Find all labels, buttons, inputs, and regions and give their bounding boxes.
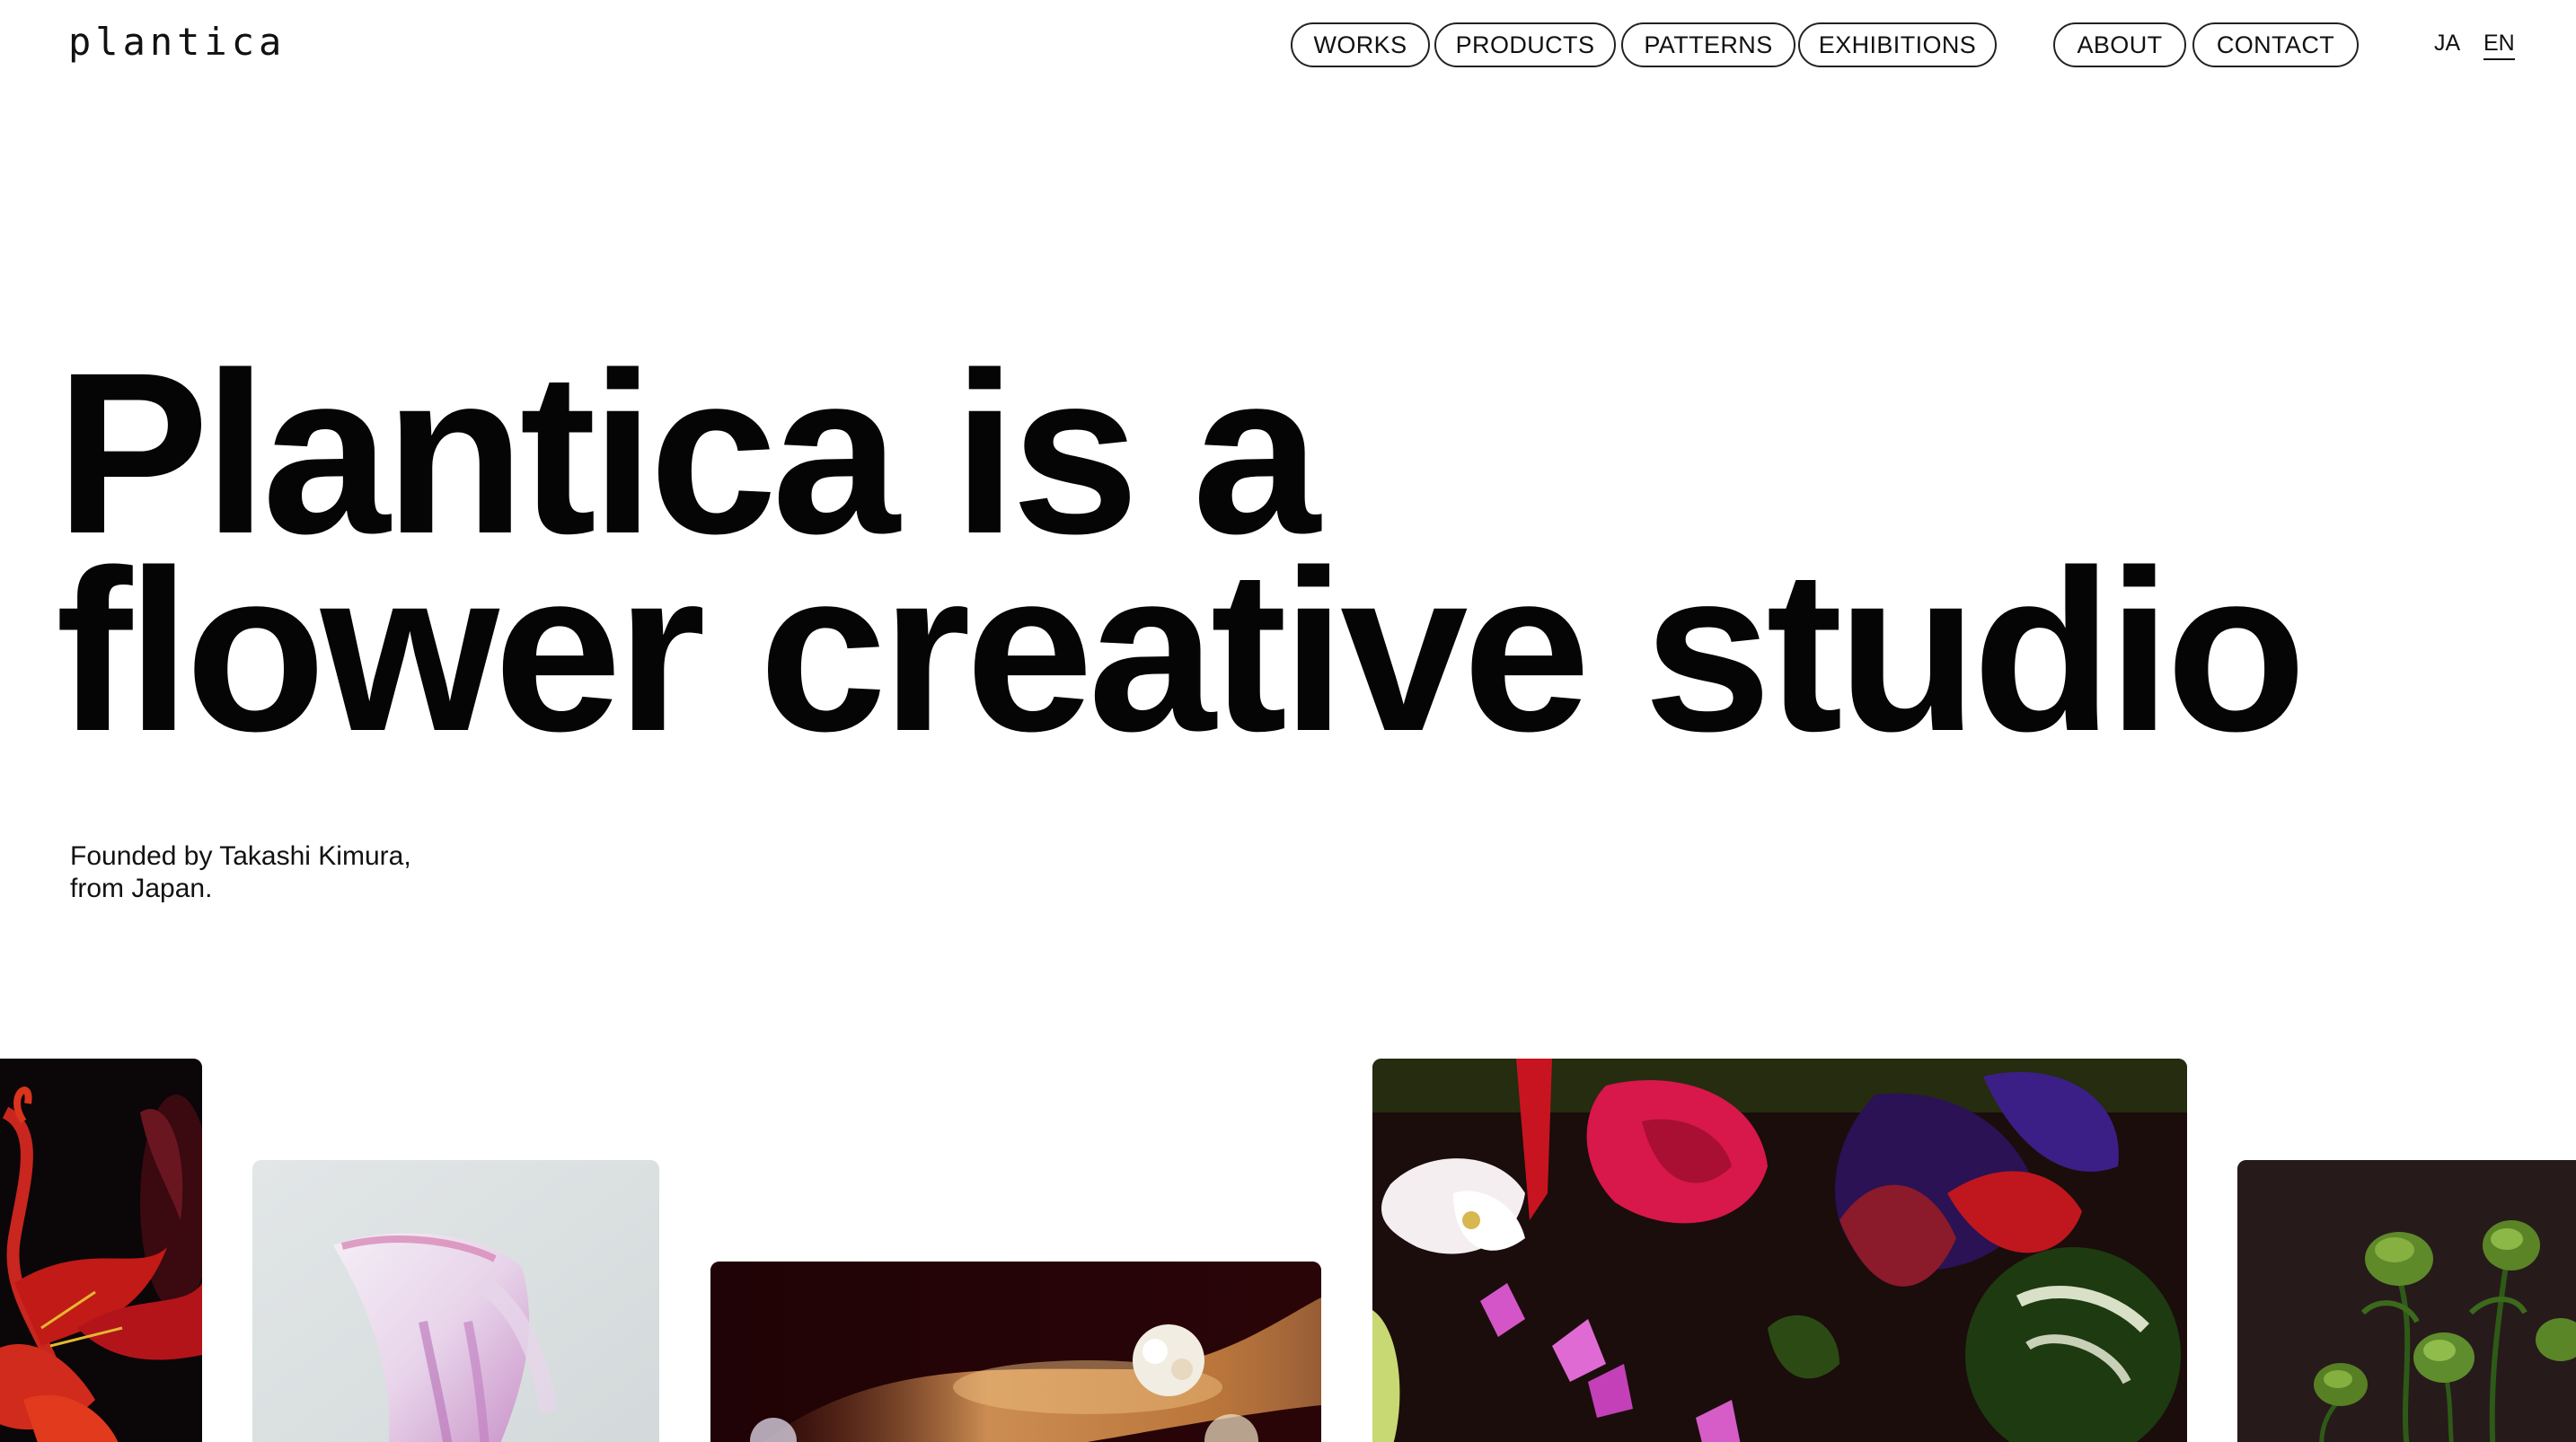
nav-works-button[interactable]: WORKS xyxy=(1291,22,1430,67)
gallery-card-4[interactable] xyxy=(1372,1059,2187,1442)
language-en-link[interactable]: EN xyxy=(2483,31,2515,60)
pink-petal-image xyxy=(252,1160,659,1442)
founder-note: Founded by Takashi Kimura, from Japan. xyxy=(70,840,519,905)
gallery-card-1[interactable] xyxy=(0,1059,202,1442)
nav-contact-button[interactable]: CONTACT xyxy=(2192,22,2359,67)
mixed-bouquet-image xyxy=(1372,1059,2187,1442)
nav-products-button[interactable]: PRODUCTS xyxy=(1434,22,1616,67)
hero-title-line-2: flower creative studio xyxy=(56,523,2307,779)
blurred-flowers-image xyxy=(710,1262,1321,1442)
gallery-card-5[interactable] xyxy=(2237,1160,2576,1442)
language-ja-link[interactable]: JA xyxy=(2434,31,2460,56)
hero-title: Plantica is a flower creative studio xyxy=(56,339,2307,779)
nav-about-button[interactable]: ABOUT xyxy=(2053,22,2186,67)
green-buds-image xyxy=(2237,1160,2576,1442)
founder-line-1: Founded by Takashi Kimura, xyxy=(70,841,411,871)
nav-patterns-button[interactable]: PATTERNS xyxy=(1621,22,1795,67)
red-lily-image xyxy=(0,1059,202,1442)
gallery-card-2[interactable] xyxy=(252,1160,659,1442)
gallery-card-3[interactable] xyxy=(710,1262,1321,1442)
page: plantica WORKS PRODUCTS PATTERNS EXHIBIT… xyxy=(0,0,2576,1442)
founder-line-2: from Japan. xyxy=(70,874,213,903)
nav-exhibitions-button[interactable]: EXHIBITIONS xyxy=(1798,22,1997,67)
site-logo[interactable]: plantica xyxy=(68,20,286,64)
